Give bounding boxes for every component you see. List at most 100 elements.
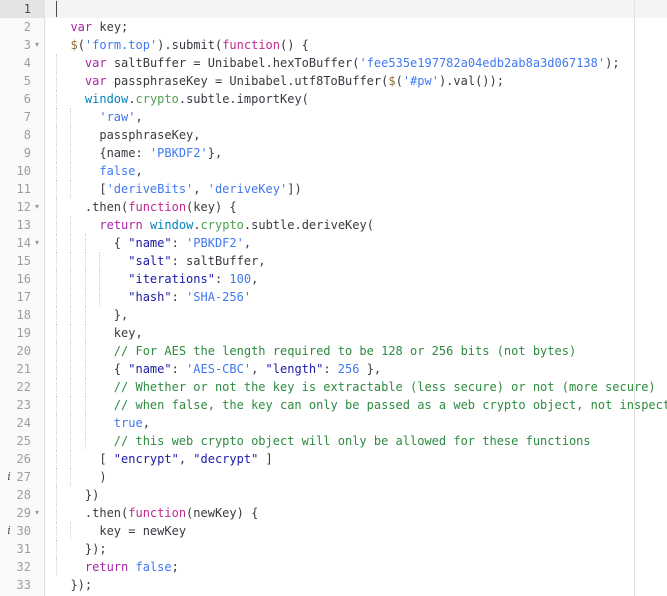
code-line-3[interactable]: $('form.top').submit(function() { bbox=[46, 36, 667, 54]
line-number-33[interactable]: 33 bbox=[0, 576, 44, 594]
line-number-8[interactable]: 8 bbox=[0, 126, 44, 144]
code-token: 'deriveBits' bbox=[106, 182, 194, 196]
line-number-13[interactable]: 13 bbox=[0, 216, 44, 234]
text-caret bbox=[56, 1, 57, 17]
code-line-6[interactable]: window.crypto.subtle.importKey( bbox=[46, 90, 667, 108]
line-number-label: 23 bbox=[16, 398, 31, 412]
line-number-1[interactable]: 1 bbox=[0, 0, 44, 18]
fold-arrow-icon[interactable]: ▾ bbox=[32, 234, 42, 252]
code-token: ]) bbox=[287, 182, 302, 196]
code-token: return bbox=[84, 560, 129, 574]
line-number-25[interactable]: 25 bbox=[0, 432, 44, 450]
line-number-11[interactable]: 11 bbox=[0, 180, 44, 198]
code-line-8[interactable]: passphraseKey, bbox=[46, 126, 667, 144]
code-content-area[interactable]: var key; $('form.top').submit(function()… bbox=[46, 0, 667, 596]
code-token: ( bbox=[77, 38, 85, 52]
line-number-label: 29 bbox=[16, 506, 31, 520]
code-line-17[interactable]: "hash": 'SHA-256' bbox=[46, 288, 667, 306]
fold-arrow-icon[interactable]: ▾ bbox=[32, 198, 42, 216]
code-line-13[interactable]: return window.crypto.subtle.deriveKey( bbox=[46, 216, 667, 234]
code-token: , bbox=[243, 236, 252, 250]
code-line-5[interactable]: var passphraseKey = Unibabel.utf8ToBuffe… bbox=[46, 72, 667, 90]
code-token: : saltBuffer, bbox=[171, 254, 266, 268]
line-number-32[interactable]: 32 bbox=[0, 558, 44, 576]
line-number-26[interactable]: 26 bbox=[0, 450, 44, 468]
line-number-14[interactable]: 14 ▾ bbox=[0, 234, 44, 252]
code-token: ( bbox=[395, 74, 403, 88]
line-number-12[interactable]: 12 ▾ bbox=[0, 198, 44, 216]
code-token: saltBuffer = Unibabel.hexToBuffer( bbox=[106, 56, 360, 70]
line-number-31[interactable]: 31 bbox=[0, 540, 44, 558]
code-line-31[interactable]: }); bbox=[46, 540, 667, 558]
line-number-29[interactable]: 29 ▾ bbox=[0, 504, 44, 522]
code-line-1[interactable] bbox=[46, 0, 667, 18]
code-line-16[interactable]: "iterations": 100, bbox=[46, 270, 667, 288]
code-line-10[interactable]: false, bbox=[46, 162, 667, 180]
code-line-28[interactable]: }) bbox=[46, 486, 667, 504]
code-token: // this web crypto object will only be a… bbox=[113, 434, 591, 448]
code-line-12[interactable]: .then(function(key) { bbox=[46, 198, 667, 216]
line-number-27[interactable]: i 27 bbox=[0, 468, 44, 486]
line-number-17[interactable]: 17 bbox=[0, 288, 44, 306]
line-number-28[interactable]: 28 bbox=[0, 486, 44, 504]
line-number-3[interactable]: 3 ▾ bbox=[0, 36, 44, 54]
line-number-9[interactable]: 9 bbox=[0, 144, 44, 162]
line-number-24[interactable]: 24 bbox=[0, 414, 44, 432]
code-editor[interactable]: 1 2 3 ▾ 4 5 6 7 8 9 10 11 12 ▾ 13 14 ▾ 15 16 17 18 19 20 21 22 23… bbox=[0, 0, 667, 596]
code-token: '#pw' bbox=[402, 74, 439, 88]
line-number-18[interactable]: 18 bbox=[0, 306, 44, 324]
code-token: }, bbox=[359, 362, 382, 376]
line-number-19[interactable]: 19 bbox=[0, 324, 44, 342]
fold-arrow-icon[interactable]: ▾ bbox=[32, 36, 42, 54]
info-marker-icon[interactable]: i bbox=[3, 522, 15, 540]
code-token: [ bbox=[56, 452, 114, 466]
line-number-20[interactable]: 20 bbox=[0, 342, 44, 360]
code-line-11[interactable]: ['deriveBits', 'deriveKey']) bbox=[46, 180, 667, 198]
code-line-19[interactable]: key, bbox=[46, 324, 667, 342]
code-line-27[interactable]: ) bbox=[46, 468, 667, 486]
info-marker-icon[interactable]: i bbox=[3, 468, 15, 486]
code-line-26[interactable]: [ "encrypt", "decrypt" ] bbox=[46, 450, 667, 468]
line-number-30[interactable]: i 30 bbox=[0, 522, 44, 540]
line-number-2[interactable]: 2 bbox=[0, 18, 44, 36]
code-line-7[interactable]: 'raw', bbox=[46, 108, 667, 126]
line-number-22[interactable]: 22 bbox=[0, 378, 44, 396]
line-number-gutter[interactable]: 1 2 3 ▾ 4 5 6 7 8 9 10 11 12 ▾ 13 14 ▾ 15 16 17 18 19 20 21 22 23… bbox=[0, 0, 45, 596]
code-token: // For AES the length required to be 128… bbox=[113, 344, 577, 358]
code-line-18[interactable]: }, bbox=[46, 306, 667, 324]
code-line-4[interactable]: var saltBuffer = Unibabel.hexToBuffer('f… bbox=[46, 54, 667, 72]
code-line-29[interactable]: .then(function(newKey) { bbox=[46, 504, 667, 522]
code-line-9[interactable]: {name: 'PBKDF2'}, bbox=[46, 144, 667, 162]
line-number-10[interactable]: 10 bbox=[0, 162, 44, 180]
code-line-2[interactable]: var key; bbox=[46, 18, 667, 36]
line-number-15[interactable]: 15 bbox=[0, 252, 44, 270]
line-number-label: 19 bbox=[16, 326, 31, 340]
code-token: .subtle.deriveKey( bbox=[243, 218, 374, 232]
code-line-15[interactable]: "salt": saltBuffer, bbox=[46, 252, 667, 270]
line-number-6[interactable]: 6 bbox=[0, 90, 44, 108]
code-line-22[interactable]: // Whether or not the key is extractable… bbox=[46, 378, 667, 396]
line-number-5[interactable]: 5 bbox=[0, 72, 44, 90]
code-line-23[interactable]: // when false, the key can only be passe… bbox=[46, 396, 667, 414]
line-number-16[interactable]: 16 bbox=[0, 270, 44, 288]
code-token: 'deriveKey' bbox=[207, 182, 288, 196]
code-line-32[interactable]: return false; bbox=[46, 558, 667, 576]
code-line-33[interactable]: }); bbox=[46, 576, 667, 594]
line-number-label: 18 bbox=[16, 308, 31, 322]
code-line-20[interactable]: // For AES the length required to be 128… bbox=[46, 342, 667, 360]
code-line-24[interactable]: true, bbox=[46, 414, 667, 432]
line-number-23[interactable]: 23 bbox=[0, 396, 44, 414]
code-line-14[interactable]: { "name": 'PBKDF2', bbox=[46, 234, 667, 252]
fold-arrow-icon[interactable]: ▾ bbox=[32, 504, 42, 522]
line-number-7[interactable]: 7 bbox=[0, 108, 44, 126]
line-number-21[interactable]: 21 bbox=[0, 360, 44, 378]
code-line-30[interactable]: key = newKey bbox=[46, 522, 667, 540]
code-token: crypto bbox=[135, 92, 179, 106]
code-line-21[interactable]: { "name": 'AES-CBC', "length": 256 }, bbox=[46, 360, 667, 378]
code-token: , bbox=[135, 164, 143, 178]
code-line-25[interactable]: // this web crypto object will only be a… bbox=[46, 432, 667, 450]
line-number-4[interactable]: 4 bbox=[0, 54, 44, 72]
